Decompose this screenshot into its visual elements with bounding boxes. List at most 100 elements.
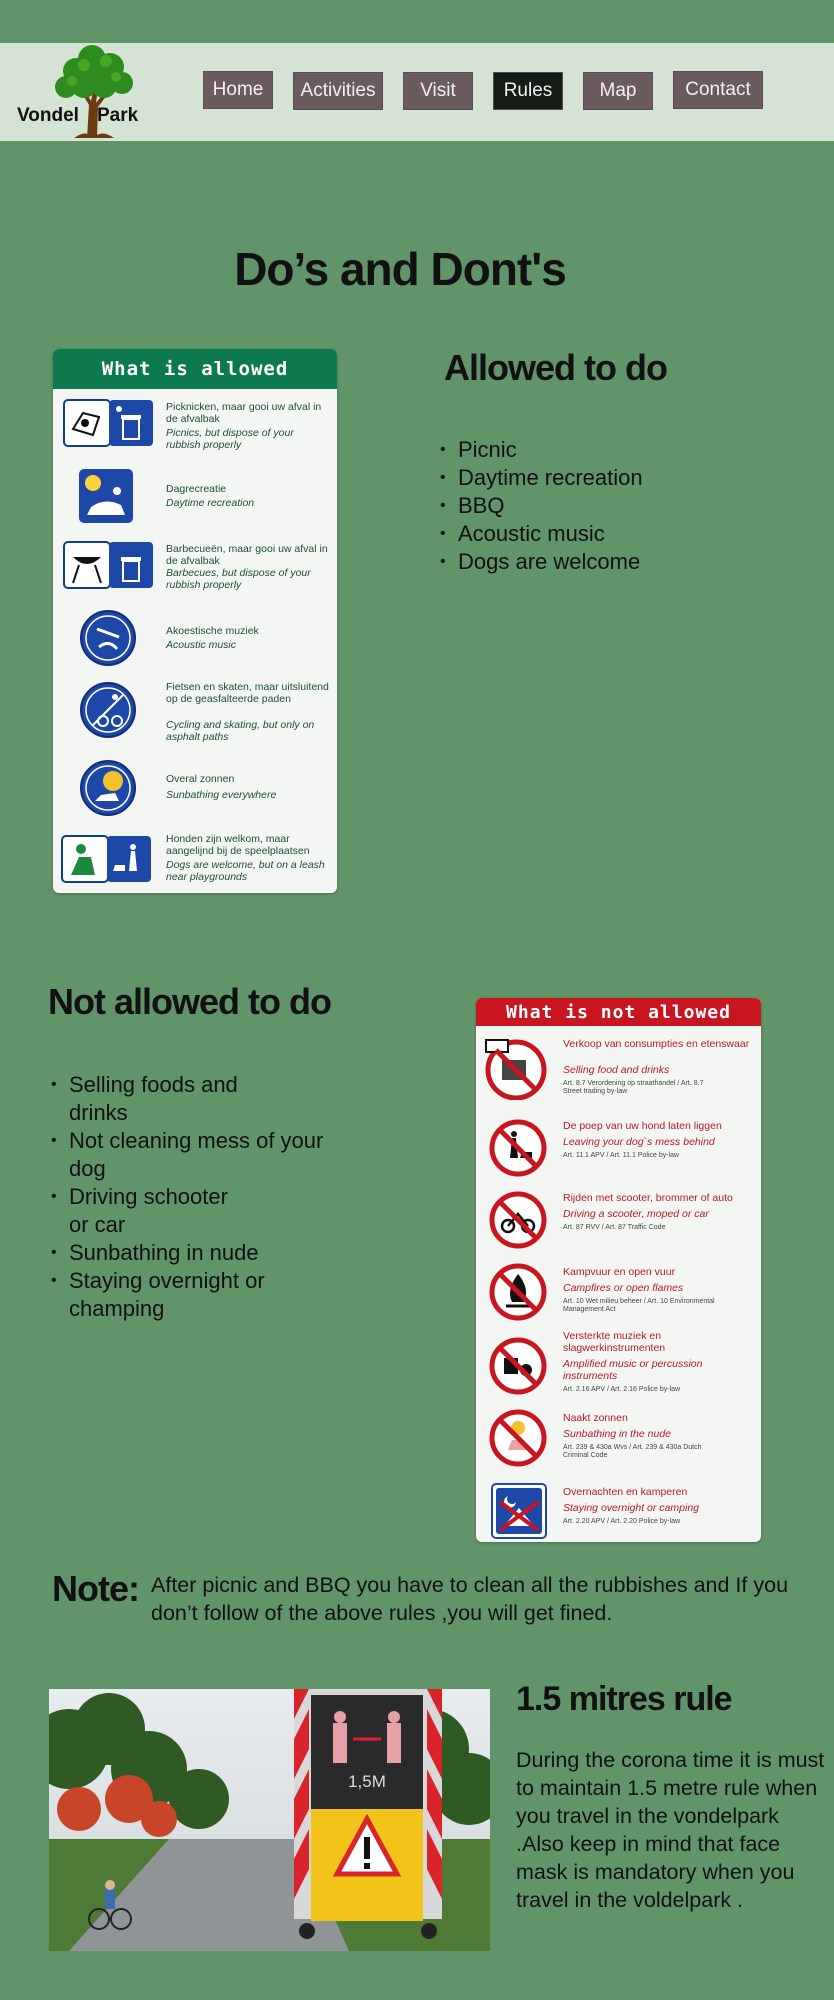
allowed-sign-row: Fietsen en skaten, maar uitsluitend op d… — [53, 681, 337, 751]
allowed-sign-row: Overal zonnen Sunbathing everywhere — [53, 759, 337, 829]
allowed-rule-dutch: Barbecueën, maar gooi uw afval in de afv… — [166, 543, 328, 567]
nav-home[interactable]: Home — [203, 71, 273, 109]
nav-visit[interactable]: Visit — [403, 72, 473, 110]
not-allowed-rule-english: Driving a scooter, moped or car — [563, 1208, 709, 1220]
not-allowed-rule-dutch: Kampvuur en open vuur — [563, 1266, 676, 1278]
allowed-rule-dutch: Honden zijn welkom, maar aangelijnd bij … — [166, 833, 310, 857]
not-allowed-item: Driving schooter or car — [47, 1183, 357, 1239]
distance-sign-photo: 1,5M — [49, 1689, 490, 1951]
allowed-sign-row: Dagrecreatie Daytime recreation — [53, 467, 337, 537]
allowed-item: Acoustic music — [436, 520, 796, 548]
sunbathing-icon — [80, 760, 136, 816]
not-allowed-rule-law: Art. 2.16 APV / Art. 2.16 Police by-law — [563, 1386, 681, 1393]
site-header: Vondel Park Home Activities Visit Rules … — [0, 43, 834, 141]
allowed-heading: Allowed to do — [444, 347, 668, 388]
not-allowed-rule-english: Sunbathing in the nude — [563, 1428, 672, 1440]
no-nude-icon — [489, 1409, 547, 1467]
not-allowed-sign-row: Overnachten en kamperen Staying overnigh… — [476, 1480, 761, 1542]
allowed-rule-english: Acoustic music — [166, 639, 237, 651]
allowed-rule-dutch: Overal zonnen — [166, 773, 235, 785]
allowed-sign-row: Barbecueën, maar gooi uw afval in de afv… — [53, 539, 337, 609]
not-allowed-rule-dutch: Naakt zonnen — [563, 1412, 628, 1424]
no-fire-icon — [489, 1263, 547, 1321]
allowed-item: Daytime recreation — [436, 464, 796, 492]
not-allowed-rule-dutch: Verkoop van consumpties en etenswaar — [563, 1038, 750, 1050]
not-allowed-rule-dutch: Rijden met scooter, brommer of auto — [563, 1192, 733, 1204]
not-allowed-rule-dutch: Versterkte muziek en slagwerkinstrumente… — [563, 1330, 666, 1354]
logo-text: Vondel Park — [17, 105, 138, 127]
allowed-sign-row: Honden zijn welkom, maar aangelijnd bij … — [53, 833, 337, 893]
not-allowed-rule-law: Art. 11.1 APV / Art. 11.1 Police by-law — [563, 1152, 680, 1159]
not-allowed-sign-row: Kampvuur en open vuur Campfires or open … — [476, 1262, 761, 1332]
not-allowed-sign-row: De poep van uw hond laten liggen Leaving… — [476, 1118, 761, 1188]
park-road-illustration: 1,5M — [49, 1689, 490, 1951]
allowed-rule-english: Barbecues, but dispose of your rubbish p… — [166, 567, 311, 591]
not-allowed-sign-header: What is not allowed — [476, 998, 761, 1026]
no-amplified-music-icon — [489, 1337, 547, 1395]
bbq-icon — [63, 541, 153, 589]
not-allowed-rule-dutch: De poep van uw hond laten liggen — [563, 1120, 722, 1132]
vondelpark-logo[interactable]: Vondel Park — [14, 43, 154, 141]
allowed-item: Dogs are welcome — [436, 548, 796, 576]
not-allowed-list: Selling foods and drinks Not cleaning me… — [47, 1071, 357, 1323]
nav-map[interactable]: Map — [583, 72, 653, 110]
not-allowed-rule-law: Art. 10 Wet milieu beheer / Art. 10 Envi… — [563, 1298, 715, 1313]
no-dog-mess-icon — [489, 1119, 547, 1177]
not-allowed-item: Selling foods and drinks — [47, 1071, 357, 1127]
not-allowed-item: Not cleaning mess of your dog — [47, 1127, 357, 1183]
not-allowed-rule-law: Art. 8.7 Verordening op straathandel / A… — [563, 1080, 704, 1095]
sign-display-text: 1,5M — [348, 1772, 386, 1791]
allowed-sign-image: What is allowed Picknicken, maar gooi uw… — [53, 349, 337, 893]
allowed-rule-english: Daytime recreation — [166, 497, 255, 509]
not-allowed-item: Sunbathing in nude — [47, 1239, 357, 1267]
not-allowed-rule-english: Campfires or open flames — [563, 1282, 684, 1294]
logo-word-vondel: Vondel — [17, 105, 79, 126]
nav-rules[interactable]: Rules — [493, 72, 563, 110]
not-allowed-rule-law: Art. 2.20 APV / Art. 2.20 Police by-law — [563, 1518, 681, 1525]
allowed-sign-header: What is allowed — [53, 349, 337, 389]
not-allowed-sign-row: Rijden met scooter, brommer of auto Driv… — [476, 1190, 761, 1260]
music-icon — [80, 610, 136, 666]
no-camping-icon — [491, 1483, 547, 1539]
not-allowed-heading: Not allowed to do — [48, 981, 332, 1022]
allowed-sign-row: Picknicken, maar gooi uw afval in de afv… — [53, 397, 337, 467]
allowed-rule-dutch: Akoestische muziek — [166, 625, 259, 637]
allowed-item: Picnic — [436, 436, 796, 464]
logo-word-park: Park — [97, 105, 139, 126]
not-allowed-sign-row: Verkoop van consumpties en etenswaar Sel… — [476, 1036, 761, 1106]
allowed-list: Picnic Daytime recreation BBQ Acoustic m… — [436, 436, 796, 576]
not-allowed-rule-english: Leaving your dog`s mess behind — [563, 1136, 715, 1148]
not-allowed-rule-english: Amplified music or percussion instrument… — [563, 1358, 703, 1382]
distance-rule-text: During the corona time it is must to mai… — [516, 1748, 825, 1912]
allowed-rule-english: Picnics, but dispose of your rubbish pro… — [166, 427, 294, 451]
nav-activities[interactable]: Activities — [293, 72, 383, 110]
note-text: After picnic and BBQ you have to clean a… — [151, 1573, 789, 1625]
not-allowed-sign-row: Naakt zonnen Sunbathing in the nude Art.… — [476, 1408, 761, 1478]
nav-contact[interactable]: Contact — [673, 71, 763, 109]
not-allowed-sign-row: Versterkte muziek en slagwerkinstrumente… — [476, 1330, 761, 1400]
allowed-rule-dutch: Dagrecreatie — [166, 483, 227, 495]
allowed-rule-english: Cycling and skating, but only on asphalt… — [166, 719, 315, 743]
recreation-icon — [79, 469, 133, 523]
not-allowed-sign-image: What is not allowed Verkoop van consumpt… — [476, 998, 761, 1542]
allowed-rule-dutch: Fietsen en skaten, maar uitsluitend op d… — [166, 681, 329, 705]
dog-icon — [61, 835, 151, 883]
allowed-rule-dutch: Picknicken, maar gooi uw afval in de afv… — [166, 401, 322, 425]
not-allowed-rule-law: Art. 239 & 430a Wvs / Art. 239 & 430a Du… — [563, 1444, 702, 1459]
allowed-item: BBQ — [436, 492, 796, 520]
allowed-rule-english: Dogs are welcome, but on a leash near pl… — [166, 859, 325, 883]
distance-rule-heading: 1.5 mitres rule — [516, 1680, 733, 1718]
not-allowed-rule-english: Selling food and drinks — [563, 1064, 670, 1076]
not-allowed-rule-law: Art. 87 RVV / Art. 87 Traffic Code — [563, 1224, 666, 1231]
cycling-icon — [80, 682, 136, 738]
not-allowed-item: Staying overnight or champing — [47, 1267, 357, 1323]
page-title: Do’s and Dont's — [234, 243, 567, 295]
not-allowed-rule-english: Staying overnight or camping — [563, 1502, 699, 1514]
note-label: Note: — [52, 1568, 140, 1609]
allowed-rule-english: Sunbathing everywhere — [166, 789, 277, 801]
allowed-sign-row: Akoestische muziek Acoustic music — [53, 609, 337, 679]
not-allowed-rule-dutch: Overnachten en kamperen — [563, 1486, 688, 1498]
no-selling-icon — [485, 1039, 547, 1100]
no-scooter-icon — [489, 1191, 547, 1249]
picnic-icon — [63, 399, 153, 447]
